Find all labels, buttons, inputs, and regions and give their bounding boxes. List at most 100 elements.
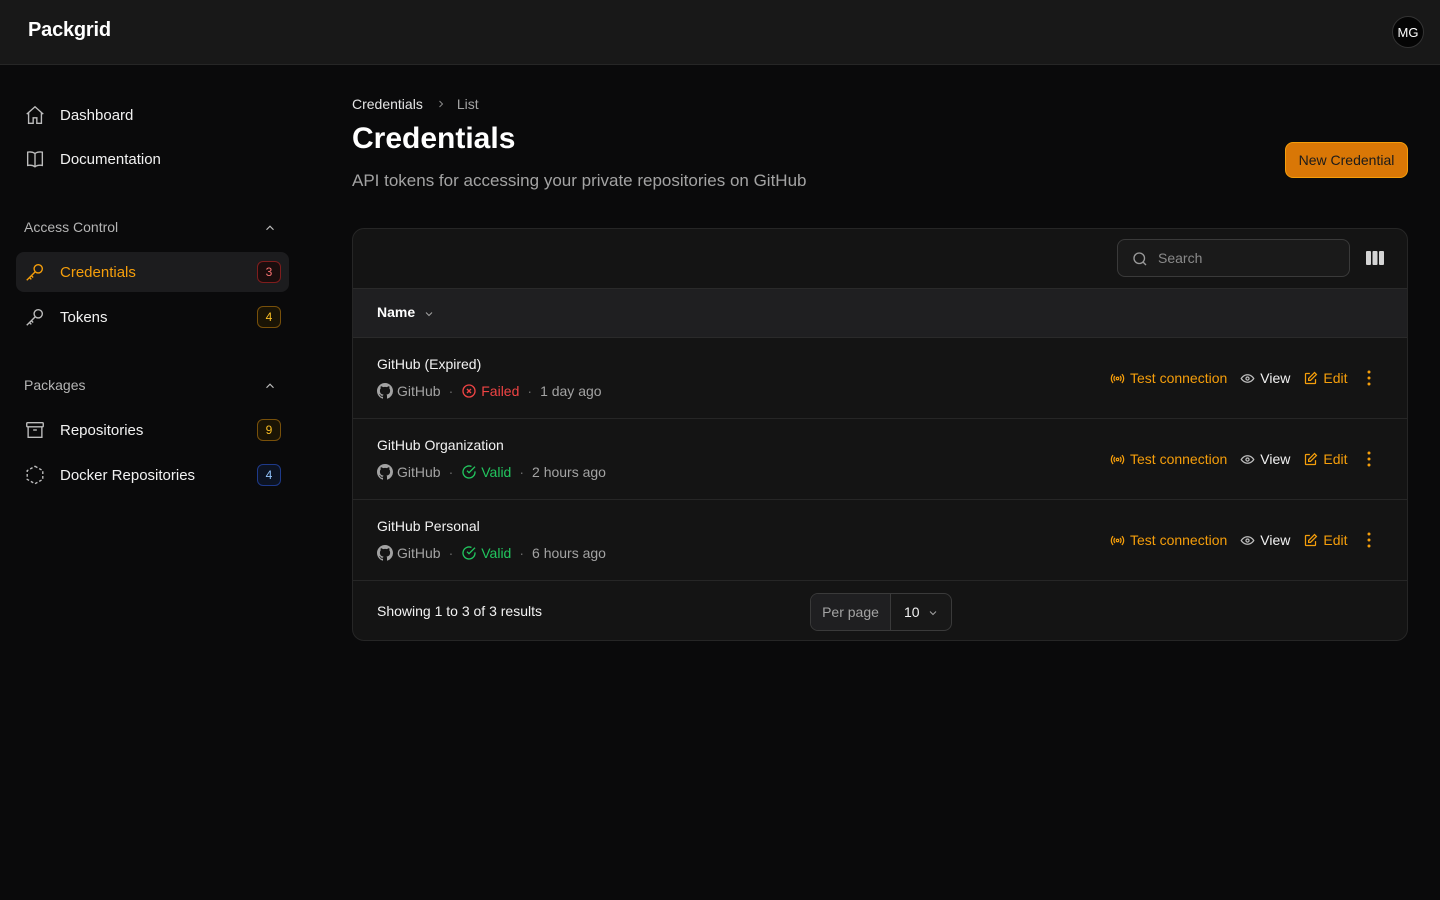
edit-icon (1305, 371, 1318, 384)
cube-icon (26, 465, 44, 485)
status-label: Valid (481, 464, 512, 480)
table-row[interactable]: GitHub (Expired) GitHub · Failed · 1 day… (353, 338, 1407, 419)
breadcrumb: Credentials List (352, 96, 479, 112)
sidebar-item-documentation[interactable]: Documentation (16, 139, 289, 179)
action-label: Edit (1323, 532, 1348, 548)
group-access-control[interactable]: Access Control (24, 219, 281, 239)
sidebar-item-label: Docker Repositories (60, 466, 196, 484)
sidebar-item-repositories[interactable]: Repositories 9 (16, 410, 289, 450)
per-page-value: 10 (904, 604, 920, 620)
chevron-down-icon[interactable] (423, 308, 435, 320)
sidebar-item-label: Dashboard (60, 106, 134, 124)
eye-icon (1240, 373, 1255, 383)
sidebar-item-label: Tokens (60, 308, 108, 326)
brand-logo[interactable]: Packgrid (28, 19, 111, 42)
edit-button[interactable]: Edit (1303, 370, 1348, 386)
sidebar-item-label: Documentation (60, 150, 161, 168)
action-label: Test connection (1130, 370, 1228, 386)
archive-icon (26, 421, 44, 439)
updated-time: 6 hours ago (532, 545, 606, 561)
more-vertical-icon[interactable] (1367, 370, 1371, 386)
table-header: Name (353, 288, 1407, 338)
table-row[interactable]: GitHub Personal GitHub · Valid · 6 hours… (353, 500, 1407, 581)
credential-name: GitHub Personal (377, 518, 480, 534)
sidebar-item-docker-repositories[interactable]: Docker Repositories 4 (16, 455, 289, 495)
edit-icon (1305, 533, 1318, 546)
action-label: View (1260, 451, 1291, 467)
book-icon (26, 151, 44, 168)
separator-dot: · (448, 464, 454, 480)
table-row[interactable]: GitHub Organization GitHub · Valid · 2 h… (353, 419, 1407, 500)
breadcrumb-parent[interactable]: Credentials (352, 96, 423, 112)
test-connection-button[interactable]: Test connection (1110, 370, 1227, 386)
key-icon (26, 308, 44, 326)
action-label: View (1260, 532, 1291, 548)
test-connection-button[interactable]: Test connection (1110, 532, 1227, 548)
search-placeholder: Search (1158, 250, 1203, 266)
columns-icon[interactable] (1365, 249, 1385, 267)
count-badge: 3 (257, 261, 281, 283)
action-label: Edit (1323, 370, 1348, 386)
user-avatar[interactable]: MG (1392, 16, 1424, 48)
page-title: Credentials (352, 122, 516, 155)
key-icon (26, 263, 44, 281)
signal-icon (1110, 535, 1125, 545)
search-icon (1133, 252, 1147, 266)
chevron-right-icon (438, 100, 444, 108)
per-page-select[interactable]: Per page 10 (810, 593, 952, 631)
credential-name: GitHub (Expired) (377, 356, 482, 372)
more-vertical-icon[interactable] (1367, 532, 1371, 548)
row-actions: Test connection View Edit (1110, 449, 1371, 469)
edit-icon (1305, 452, 1318, 465)
action-label: View (1260, 370, 1291, 386)
credential-meta: GitHub · Valid · 2 hours ago (377, 463, 606, 481)
provider-label: GitHub (397, 464, 441, 480)
check-circle-icon (462, 465, 476, 479)
row-actions: Test connection View Edit (1110, 368, 1371, 388)
row-actions: Test connection View Edit (1110, 530, 1371, 550)
breadcrumb-current: List (456, 96, 479, 112)
count-badge: 9 (257, 419, 281, 441)
edit-button[interactable]: Edit (1303, 451, 1348, 467)
credentials-table: Search Name GitHub (Expired) GitHub · Fa… (352, 228, 1408, 641)
sidebar-item-label: Repositories (60, 421, 144, 439)
signal-icon (1110, 454, 1125, 464)
count-badge: 4 (257, 306, 281, 328)
results-summary: Showing 1 to 3 of 3 results (377, 603, 542, 619)
action-label: Test connection (1130, 532, 1228, 548)
x-circle-icon (462, 384, 476, 398)
search-input[interactable]: Search (1117, 239, 1350, 277)
chevron-down-icon (929, 611, 937, 616)
sidebar-item-label: Credentials (60, 263, 136, 281)
sidebar-item-dashboard[interactable]: Dashboard (16, 95, 289, 135)
home-icon (26, 105, 44, 124)
action-label: Test connection (1130, 451, 1228, 467)
top-bar: Packgrid MG (0, 0, 1440, 65)
sidebar-item-tokens[interactable]: Tokens 4 (16, 297, 289, 337)
group-title: Access Control (24, 219, 119, 235)
action-label: Edit (1323, 451, 1348, 467)
status-label: Failed (481, 383, 520, 399)
edit-button[interactable]: Edit (1303, 532, 1348, 548)
view-button[interactable]: View (1240, 451, 1290, 467)
new-credential-button[interactable]: New Credential (1285, 142, 1408, 178)
view-button[interactable]: View (1240, 370, 1290, 386)
test-connection-button[interactable]: Test connection (1110, 451, 1227, 467)
separator-dot: · (527, 383, 533, 399)
chevron-up-icon (266, 383, 274, 389)
credential-name: GitHub Organization (377, 437, 504, 453)
credential-meta: GitHub · Valid · 6 hours ago (377, 544, 606, 562)
credential-meta: GitHub · Failed · 1 day ago (377, 382, 602, 400)
more-vertical-icon[interactable] (1367, 451, 1371, 467)
chevron-up-icon (266, 225, 274, 231)
eye-icon (1240, 535, 1255, 545)
group-packages[interactable]: Packages (24, 377, 281, 397)
sidebar-item-credentials[interactable]: Credentials 3 (16, 252, 289, 292)
separator-dot: · (519, 464, 525, 480)
github-icon (377, 464, 393, 480)
column-header-name[interactable]: Name (377, 304, 415, 320)
status-label: Valid (481, 545, 512, 561)
view-button[interactable]: View (1240, 532, 1290, 548)
separator-dot: · (448, 545, 454, 561)
separator-dot: · (519, 545, 525, 561)
